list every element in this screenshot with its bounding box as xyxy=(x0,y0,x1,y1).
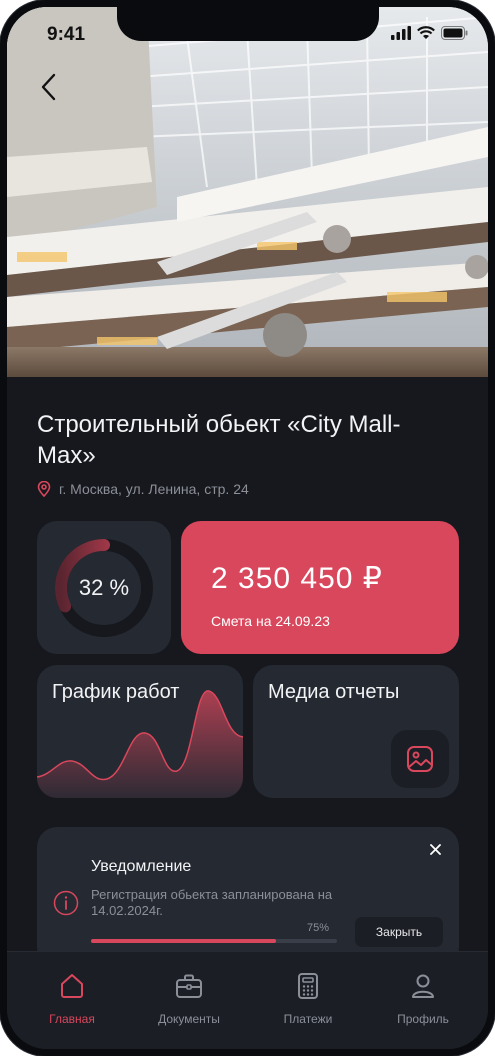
close-notification-button[interactable]: Закрыть xyxy=(355,917,443,947)
project-title: Строительный обьект «City Mall-Max» xyxy=(37,411,401,469)
budget-card[interactable]: 2 350 450 ₽ Смета на 24.09.23 xyxy=(181,521,459,654)
notification-close-button[interactable] xyxy=(425,839,445,859)
phone-frame: 9:41 Строительный обьект «City Mall-Max»… xyxy=(0,0,495,1056)
notification-progress-track xyxy=(91,939,337,943)
location-pin-icon xyxy=(37,481,51,497)
notification-progress-fill xyxy=(91,939,276,943)
notification-text: Регистрация обьекта запланирована на 14.… xyxy=(91,887,333,918)
tab-documents[interactable]: Документы xyxy=(134,952,244,1049)
tab-profile[interactable]: Профиль xyxy=(368,952,478,1049)
media-button[interactable] xyxy=(391,730,449,788)
main-content: Строительный обьект «City Mall-Max» г. М… xyxy=(7,377,488,1049)
tab-bar: Главная Документы Платежи Профиль xyxy=(7,951,488,1049)
info-icon xyxy=(53,890,79,916)
tab-label: Профиль xyxy=(397,1012,449,1026)
back-button[interactable] xyxy=(31,69,67,105)
budget-subtitle: Смета на 24.09.23 xyxy=(211,613,330,629)
progress-card[interactable]: 32 % xyxy=(37,521,171,654)
user-icon xyxy=(412,974,434,998)
tab-home[interactable]: Главная xyxy=(17,952,127,1049)
close-icon xyxy=(429,843,441,855)
calculator-icon xyxy=(298,973,318,999)
media-title: Медиа отчеты xyxy=(268,681,400,703)
schedule-card[interactable]: График работ xyxy=(37,665,243,798)
budget-amount: 2 350 450 ₽ xyxy=(211,562,383,595)
notification-progress-label: 75% xyxy=(307,922,330,934)
notification-title: Уведомление xyxy=(91,858,192,875)
schedule-title: График работ xyxy=(52,681,180,703)
wifi-icon xyxy=(417,26,435,39)
tab-label: Платежи xyxy=(283,1012,333,1026)
status-icons xyxy=(391,26,468,40)
status-time: 9:41 xyxy=(47,24,86,45)
chevron-left-icon xyxy=(41,73,56,101)
signal-icon xyxy=(391,26,411,40)
image-icon xyxy=(407,746,433,772)
battery-icon xyxy=(441,26,468,40)
briefcase-icon xyxy=(176,974,202,998)
tab-label: Главная xyxy=(49,1012,95,1026)
screen: 9:41 Строительный обьект «City Mall-Max»… xyxy=(7,7,488,1049)
project-photo xyxy=(7,7,488,377)
tab-payments[interactable]: Платежи xyxy=(253,952,363,1049)
notification-card: Уведомление Регистрация обьекта запланир… xyxy=(37,827,459,967)
notch xyxy=(117,7,379,41)
progress-label: 32 % xyxy=(78,574,130,600)
home-icon xyxy=(61,974,83,998)
project-address: г. Москва, ул. Ленина, стр. 24 xyxy=(37,481,249,497)
address-text: г. Москва, ул. Ленина, стр. 24 xyxy=(59,481,249,497)
media-card[interactable]: Медиа отчеты xyxy=(253,665,459,798)
tab-label: Документы xyxy=(158,1012,220,1026)
